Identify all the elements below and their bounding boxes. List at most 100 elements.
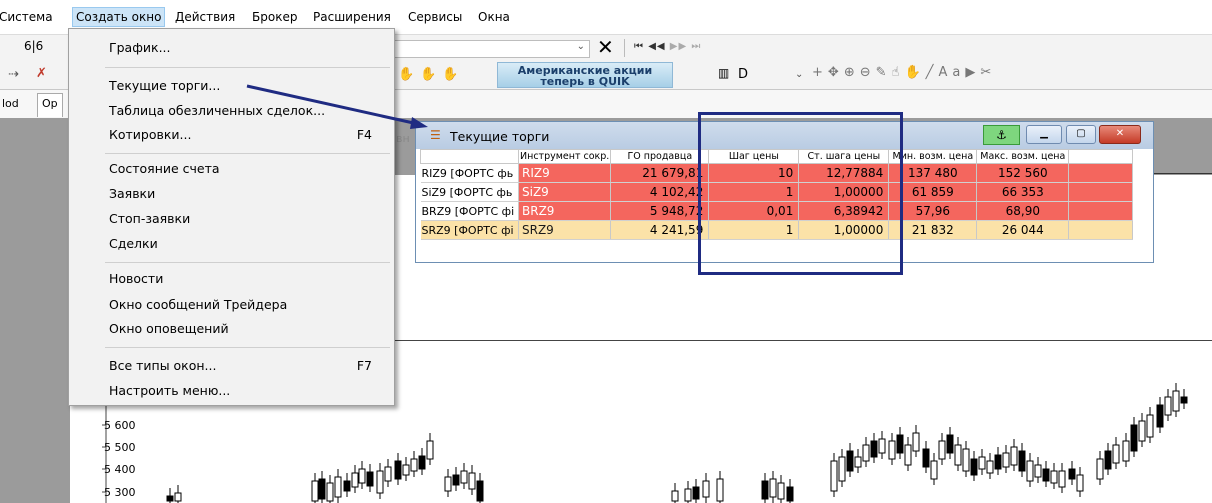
crosshair-icon[interactable]: + [812, 65, 828, 80]
candle-body [1146, 414, 1154, 438]
interval-value[interactable]: D [738, 67, 748, 83]
candle-body [452, 474, 460, 486]
zoom-in-icon[interactable]: ⊕ [844, 65, 860, 80]
line-icon[interactable]: ╱ [926, 65, 939, 80]
window-title: Текущие торги [450, 129, 550, 144]
col-header[interactable]: Макс. возм. цена [976, 149, 1070, 164]
tab-op[interactable]: Op [37, 93, 63, 117]
candle-body [862, 444, 870, 462]
minimize-button[interactable]: ▁ [1026, 125, 1062, 144]
menu-separator [105, 153, 390, 154]
maximize-button[interactable]: ▢ [1066, 125, 1096, 144]
instrument-combo[interactable]: ⌄ [390, 40, 590, 58]
menu-item-quotes[interactable]: Котировки... [109, 126, 191, 144]
candle-body [1180, 396, 1188, 404]
pencil-icon[interactable]: ✎ [876, 65, 892, 80]
menu-create-window[interactable]: Создать окно [72, 7, 166, 27]
menu-item-anonymous-deals[interactable]: Таблица обезличенных сделок... [109, 102, 325, 120]
candle-body [1034, 464, 1042, 478]
promo-banner[interactable]: Американские акции теперь в QUIK [497, 62, 673, 88]
connect-icon[interactable]: ⇢ [8, 67, 19, 83]
menu-services[interactable]: Сервисы [405, 8, 465, 26]
menu-system[interactable]: Система [0, 8, 56, 26]
cell-name: RIZ9 [ФОРТС фь [420, 163, 519, 183]
candle-body [922, 448, 930, 468]
candle-body [846, 450, 854, 472]
move-icon[interactable]: ✥ [828, 65, 844, 80]
prev-icon[interactable]: ◀◀ [648, 41, 665, 52]
menu-item-chart[interactable]: График... [109, 39, 171, 57]
menu-item-news[interactable]: Новости [109, 270, 163, 288]
chevron-down-icon[interactable]: ⌄ [795, 67, 803, 83]
menu-extensions[interactable]: Расширения [310, 8, 394, 26]
menu-separator [105, 67, 390, 68]
pointer-icon[interactable]: ☝ [892, 65, 905, 80]
menu-item-customize-menu[interactable]: Настроить меню... [109, 382, 230, 400]
next-icon[interactable]: ▶▶ [670, 41, 687, 52]
menu-actions[interactable]: Действия [172, 8, 238, 26]
cell-code: BRZ9 [518, 201, 612, 221]
tab-lod[interactable]: lod [2, 97, 19, 110]
menu-item-trader-messages[interactable]: Окно сообщений Трейдера [109, 296, 287, 314]
create-window-menu: График... Текущие торги... Таблица обезл… [68, 28, 395, 406]
menu-separator [105, 347, 390, 348]
candle-body [384, 466, 392, 482]
workspace-left [0, 118, 70, 503]
fill-icon[interactable]: ▶ [965, 65, 980, 80]
candle-body [777, 482, 785, 500]
col-header[interactable]: ГО продавца [610, 149, 710, 164]
counter-field[interactable]: 6|6 [24, 39, 43, 53]
col-header[interactable]: Инструмент сокр. [517, 149, 612, 164]
menu-item-alerts[interactable]: Окно оповещений [109, 320, 229, 338]
hand-icon[interactable]: ✋ [398, 67, 414, 83]
hands-icon[interactable]: ✋ [420, 67, 436, 83]
col-header[interactable] [420, 149, 519, 164]
col-header[interactable] [1068, 149, 1134, 164]
shortcut-f4: F4 [356, 127, 372, 142]
menu-broker[interactable]: Брокер [249, 8, 300, 26]
candle-body [1156, 404, 1164, 428]
candle-body [888, 440, 896, 460]
chevron-down-icon[interactable]: ⌄ [577, 41, 585, 52]
close-button[interactable]: ✕ [1099, 125, 1141, 144]
candle-body [476, 480, 484, 502]
candle-body [692, 486, 700, 500]
candle-body [684, 488, 692, 502]
candle-body [1068, 468, 1076, 480]
menu-item-stop-orders[interactable]: Стоп-заявки [109, 210, 190, 228]
y-tick-label: 5 400 [104, 463, 136, 476]
menu-windows[interactable]: Окна [475, 8, 513, 26]
candle-body [166, 495, 174, 502]
pan-icon[interactable]: ✋ [904, 65, 925, 80]
menu-item-all-window-types[interactable]: Все типы окон... [109, 357, 216, 375]
candle-body [878, 438, 886, 454]
stop-hand-icon[interactable]: ✋ [442, 67, 458, 83]
candle-body [904, 444, 912, 466]
first-icon[interactable]: ⏮ [634, 41, 644, 52]
cell-code: SiZ9 [518, 182, 612, 202]
anchor-icon[interactable]: ⚓ [983, 125, 1020, 145]
candle-body [1050, 470, 1058, 484]
menu-item-deals[interactable]: Сделки [109, 235, 158, 253]
menu-item-account-state[interactable]: Состояние счета [109, 160, 220, 178]
candle-body [830, 460, 838, 492]
separator [624, 39, 625, 57]
close-icon[interactable]: ✕ [597, 36, 614, 58]
menu-item-orders[interactable]: Заявки [109, 185, 155, 203]
candle-body [896, 434, 904, 454]
bar-chart-icon[interactable]: ▥ [718, 66, 729, 80]
menu-item-current-trades[interactable]: Текущие торги... [109, 77, 220, 95]
menu-separator [105, 262, 390, 263]
candle-body [426, 440, 434, 460]
cell-empty [1068, 220, 1134, 240]
text-icon[interactable]: Aa [938, 65, 965, 80]
candle-body [460, 470, 468, 484]
cell-go: 5 948,72 [610, 201, 710, 221]
disconnect-icon[interactable]: ✗ [36, 66, 47, 82]
zoom-out-icon[interactable]: ⊖ [860, 65, 876, 80]
erase-icon[interactable]: ✂ [980, 65, 996, 80]
candle-body [1010, 446, 1018, 466]
candle-body [761, 480, 769, 500]
banner-line-2: теперь в QUIK [540, 75, 630, 88]
last-icon[interactable]: ⏭ [691, 41, 701, 52]
